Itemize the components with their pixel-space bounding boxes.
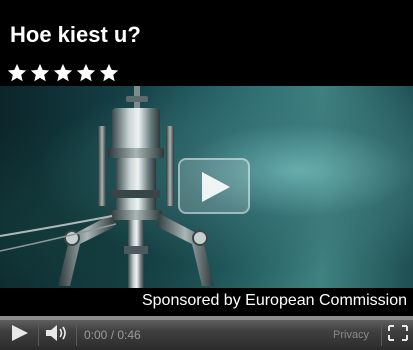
play-button[interactable] (6, 316, 34, 350)
star-icon[interactable] (29, 62, 51, 84)
volume-button[interactable] (42, 316, 72, 350)
privacy-link[interactable]: Privacy (333, 329, 369, 341)
sponsor-text: Sponsored by European Commission (141, 292, 407, 309)
star-icon[interactable] (98, 62, 120, 84)
divider (381, 324, 382, 346)
divider (76, 324, 77, 346)
video-frame[interactable] (0, 86, 413, 288)
time-separator: / (107, 328, 118, 342)
fullscreen-icon (388, 325, 408, 341)
big-play-button[interactable] (178, 158, 250, 214)
video-title: Hoe kiest u? (10, 22, 141, 47)
star-icon[interactable] (52, 62, 74, 84)
control-bar: 0:00 / 0:46 Privacy (0, 316, 413, 350)
rating-bar (0, 62, 413, 86)
sponsor-bar: Sponsored by European Commission (0, 288, 413, 316)
star-icon[interactable] (6, 62, 28, 84)
speaker-icon (46, 325, 66, 341)
fullscreen-button[interactable] (387, 316, 409, 350)
star-rating[interactable] (6, 62, 120, 84)
duration: 0:46 (117, 328, 141, 342)
divider (38, 324, 39, 346)
video-player: Hoe kiest u? Sponsored by European Commi… (0, 0, 413, 350)
current-time: 0:00 (84, 328, 108, 342)
title-bar: Hoe kiest u? (0, 0, 413, 62)
play-icon (12, 325, 28, 341)
star-icon[interactable] (75, 62, 97, 84)
time-display: 0:00 / 0:46 (84, 328, 141, 342)
play-icon (202, 172, 230, 202)
progress-bar[interactable] (0, 316, 413, 320)
